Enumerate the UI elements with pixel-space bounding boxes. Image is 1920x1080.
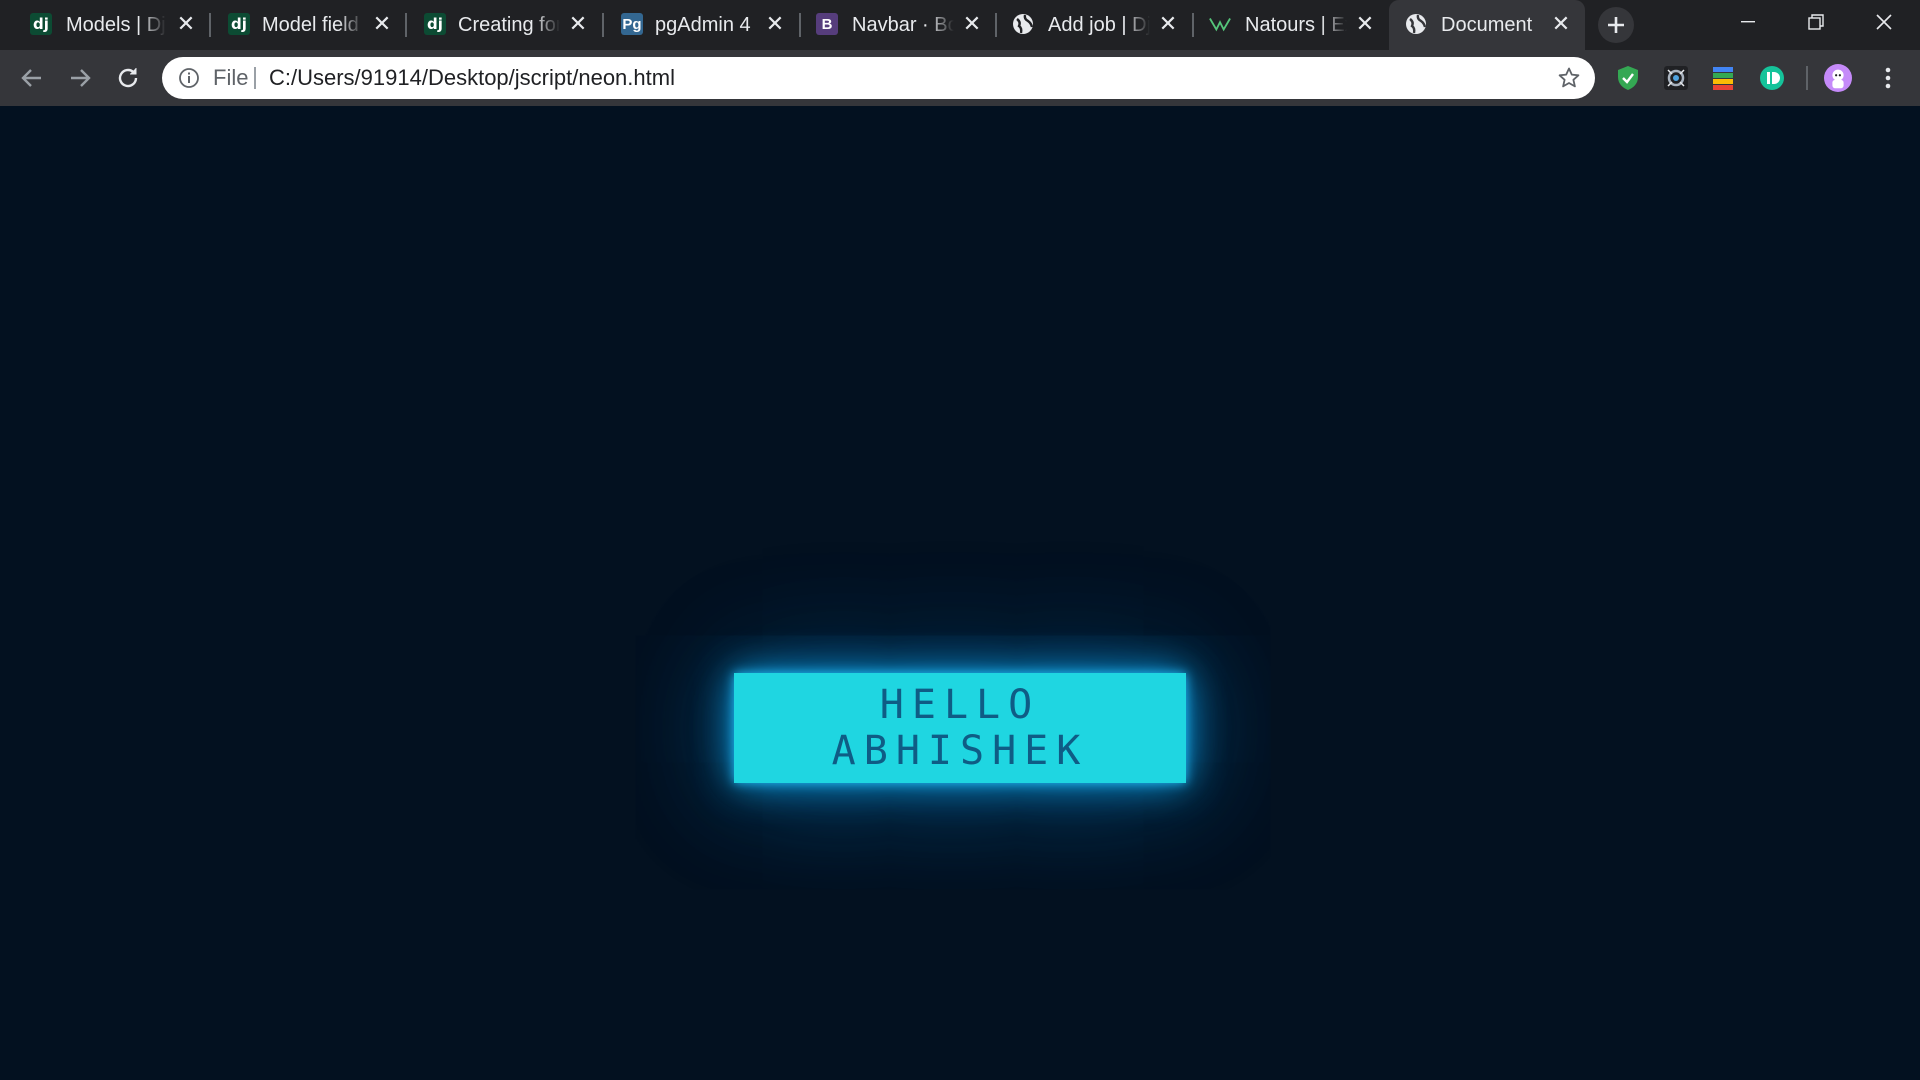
page-viewport: HELLO ABHISHEK [0, 106, 1920, 1080]
browser-menu-button[interactable] [1874, 64, 1902, 92]
close-window-button[interactable] [1850, 0, 1918, 44]
minimize-button[interactable] [1714, 0, 1782, 44]
close-window-icon [1876, 14, 1892, 30]
plus-icon [1608, 17, 1624, 33]
tab-model-field-reference[interactable]: dj Model field reference ✕ [210, 0, 406, 50]
bootstrap-favicon-icon: B [816, 13, 838, 35]
tab-title: Creating forms [458, 14, 560, 36]
tab-strip: dj Models | Django ✕ dj Model field refe… [0, 0, 1920, 50]
tab-models-django[interactable]: dj Models | Django ✕ [0, 0, 210, 50]
tab-title: pgAdmin 4 [655, 14, 751, 36]
camera-extension-icon[interactable] [1662, 64, 1690, 92]
file-scheme-label: File [213, 65, 249, 90]
reload-button[interactable] [112, 62, 144, 94]
browser-toolbar: File C:/Users/91914/Desktop/jscript/neon… [0, 50, 1920, 106]
bookmark-star-icon[interactable] [1557, 66, 1581, 90]
address-bar[interactable]: File C:/Users/91914/Desktop/jscript/neon… [162, 57, 1595, 99]
django-favicon-icon: dj [424, 13, 446, 35]
green-id-extension-icon[interactable] [1758, 64, 1786, 92]
minimize-icon [1741, 21, 1755, 23]
natours-favicon-icon [1209, 13, 1231, 35]
kebab-menu-icon [1885, 67, 1891, 89]
tab-natours[interactable]: Natours | Exciting ✕ [1193, 0, 1389, 50]
new-tab-button[interactable] [1598, 7, 1634, 43]
close-tab-icon[interactable]: ✕ [763, 12, 787, 36]
close-tab-icon[interactable]: ✕ [1156, 12, 1180, 36]
tab-title: Add job | Django [1048, 14, 1150, 36]
profile-avatar[interactable] [1824, 64, 1852, 92]
close-tab-icon[interactable]: ✕ [960, 12, 984, 36]
globe-favicon-icon [1012, 13, 1034, 35]
close-tab-icon[interactable]: ✕ [174, 12, 198, 36]
close-tab-icon[interactable]: ✕ [1353, 12, 1377, 36]
close-tab-icon[interactable]: ✕ [1549, 12, 1573, 36]
restore-icon [1808, 14, 1824, 30]
hello-neon-button[interactable]: HELLO ABHISHEK [734, 673, 1186, 783]
stack-extension-icon[interactable] [1709, 64, 1737, 92]
shield-extension-icon[interactable] [1614, 64, 1642, 92]
globe-favicon-icon [1405, 13, 1427, 35]
close-tab-icon[interactable]: ✕ [370, 12, 394, 36]
tab-title: Model field reference [262, 14, 364, 36]
close-tab-icon[interactable]: ✕ [566, 12, 590, 36]
tab-title: Navbar · Bootstrap [852, 14, 954, 36]
reload-icon [118, 68, 138, 88]
forward-button[interactable] [64, 62, 96, 94]
tab-title: Models | Django [66, 14, 166, 36]
tab-title: Document [1441, 14, 1533, 36]
tab-document-active[interactable]: Document ✕ [1389, 0, 1585, 50]
url-text[interactable]: C:/Users/91914/Desktop/jscript/neon.html [269, 66, 675, 90]
info-icon[interactable] [178, 67, 200, 89]
django-favicon-icon: dj [228, 13, 250, 35]
arrow-right-icon [71, 69, 91, 87]
toolbar-separator [1806, 66, 1808, 90]
django-favicon-icon: dj [30, 13, 52, 35]
tab-add-job[interactable]: Add job | Django ✕ [996, 0, 1192, 50]
restore-button[interactable] [1782, 0, 1850, 44]
back-button[interactable] [16, 62, 48, 94]
tab-creating-forms[interactable]: dj Creating forms ✕ [406, 0, 602, 50]
tab-pgadmin[interactable]: Pg pgAdmin 4 ✕ [603, 0, 799, 50]
tab-navbar-bootstrap[interactable]: B Navbar · Bootstrap ✕ [800, 0, 996, 50]
arrow-left-icon [21, 69, 41, 87]
pgadmin-favicon-icon: Pg [621, 13, 643, 35]
address-divider [254, 67, 256, 89]
tab-title: Natours | Exciting [1245, 14, 1347, 36]
